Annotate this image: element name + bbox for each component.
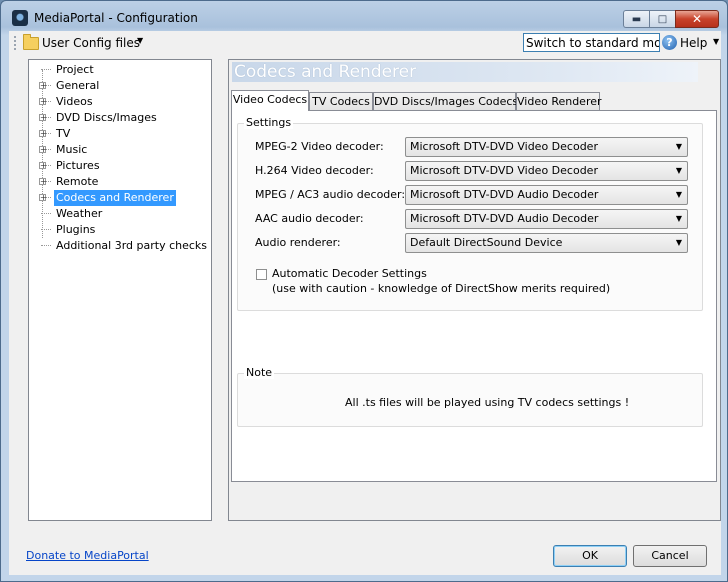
h264-decoder-value: Microsoft DTV-DVD Video Decoder bbox=[410, 164, 598, 177]
close-button[interactable]: ✕ bbox=[675, 10, 719, 28]
window-title: MediaPortal - Configuration bbox=[34, 11, 198, 25]
cancel-button[interactable]: Cancel bbox=[633, 545, 707, 567]
tab-dvd-codecs[interactable]: DVD Discs/Images Codecs bbox=[373, 92, 518, 110]
help-dropdown-icon[interactable]: ▼ bbox=[713, 37, 719, 46]
mediaportal-app-icon bbox=[12, 10, 28, 26]
toolbar: User Config files ▼ Switch to standard m… bbox=[9, 31, 721, 55]
expand-icon[interactable]: + bbox=[39, 82, 47, 90]
tree-connector bbox=[41, 229, 51, 230]
mpeg-ac3-decoder-value: Microsoft DTV-DVD Audio Decoder bbox=[410, 188, 599, 201]
user-config-files-menu[interactable]: User Config files bbox=[42, 36, 140, 50]
tree-connector bbox=[41, 213, 51, 214]
client-area: User Config files ▼ Switch to standard m… bbox=[9, 31, 721, 575]
main-window: MediaPortal - Configuration ▬ □ ✕ User C… bbox=[0, 0, 728, 582]
settings-panel: Codecs and Renderer Video Codecs TV Code… bbox=[228, 59, 721, 521]
folder-icon bbox=[23, 34, 39, 50]
tree-item-label: Remote bbox=[56, 175, 99, 188]
mpeg2-decoder-label: MPEG-2 Video decoder: bbox=[255, 140, 384, 153]
audio-renderer-select[interactable]: Default DirectSound Device ▼ bbox=[405, 233, 688, 253]
aac-decoder-value: Microsoft DTV-DVD Audio Decoder bbox=[410, 212, 599, 225]
tab-tv-codecs[interactable]: TV Codecs bbox=[309, 92, 373, 110]
chevron-down-icon: ▼ bbox=[675, 238, 682, 247]
chevron-down-icon: ▼ bbox=[675, 142, 682, 151]
mpeg2-decoder-select[interactable]: Microsoft DTV-DVD Video Decoder ▼ bbox=[405, 137, 688, 157]
h264-decoder-select[interactable]: Microsoft DTV-DVD Video Decoder ▼ bbox=[405, 161, 688, 181]
close-icon: ✕ bbox=[691, 12, 703, 26]
expand-icon[interactable]: + bbox=[39, 162, 47, 170]
maximize-icon: □ bbox=[657, 13, 668, 25]
chevron-down-icon: ▼ bbox=[675, 166, 682, 175]
note-text: All .ts files will be played using TV co… bbox=[345, 396, 630, 409]
maximize-button[interactable]: □ bbox=[649, 10, 675, 28]
chevron-down-icon: ▼ bbox=[675, 190, 682, 199]
settings-group-title: Settings bbox=[244, 116, 294, 129]
donate-link[interactable]: Donate to MediaPortal bbox=[26, 549, 149, 562]
switch-mode-button[interactable]: Switch to standard mode bbox=[523, 33, 660, 52]
help-button[interactable]: Help bbox=[680, 36, 707, 50]
expand-icon[interactable]: + bbox=[39, 178, 47, 186]
tree-item-label: Weather bbox=[56, 207, 103, 220]
window-controls: ▬ □ ✕ bbox=[623, 10, 719, 28]
minimize-button[interactable]: ▬ bbox=[623, 10, 649, 28]
tree-item-label: Pictures bbox=[56, 159, 100, 172]
expand-icon[interactable]: + bbox=[39, 194, 47, 202]
note-group: Note All .ts files will be played using … bbox=[237, 366, 703, 427]
auto-decoder-label[interactable]: Automatic Decoder Settings bbox=[272, 267, 427, 280]
chevron-down-icon[interactable]: ▼ bbox=[137, 36, 143, 45]
tree-connector bbox=[41, 69, 51, 70]
section-tree[interactable]: Project + General + Videos + DVD Discs/Images +… bbox=[28, 59, 212, 521]
note-group-title: Note bbox=[244, 366, 275, 379]
tree-item-label: Project bbox=[56, 63, 94, 76]
tree-item-label: Additional 3rd party checks bbox=[56, 239, 208, 252]
expand-icon[interactable]: + bbox=[39, 130, 47, 138]
tree-item-label: TV bbox=[56, 127, 71, 140]
tree-connector bbox=[41, 245, 51, 246]
panel-title: Codecs and Renderer bbox=[232, 62, 698, 82]
chevron-down-icon: ▼ bbox=[675, 214, 682, 223]
tree-item-label: General bbox=[56, 79, 100, 92]
auto-decoder-checkbox[interactable] bbox=[256, 269, 267, 280]
tab-video-codecs[interactable]: Video Codecs bbox=[231, 90, 309, 111]
tree-item-label: Plugins bbox=[56, 223, 96, 236]
tab-video-renderer[interactable]: Video Renderer bbox=[516, 92, 602, 110]
mpeg2-decoder-value: Microsoft DTV-DVD Video Decoder bbox=[410, 140, 598, 153]
tree-item-label: Music bbox=[56, 143, 88, 156]
expand-icon[interactable]: + bbox=[39, 146, 47, 154]
aac-decoder-select[interactable]: Microsoft DTV-DVD Audio Decoder ▼ bbox=[405, 209, 688, 229]
mpeg-ac3-decoder-select[interactable]: Microsoft DTV-DVD Audio Decoder ▼ bbox=[405, 185, 688, 205]
video-codecs-page: Settings MPEG-2 Video decoder: Microsoft… bbox=[231, 110, 717, 482]
minimize-icon: ▬ bbox=[631, 13, 642, 25]
auto-decoder-note: (use with caution - knowledge of DirectS… bbox=[272, 282, 611, 295]
expand-icon[interactable]: + bbox=[39, 98, 47, 106]
aac-decoder-label: AAC audio decoder: bbox=[255, 212, 364, 225]
ok-button[interactable]: OK bbox=[553, 545, 627, 567]
audio-renderer-label: Audio renderer: bbox=[255, 236, 341, 249]
h264-decoder-label: H.264 Video decoder: bbox=[255, 164, 374, 177]
settings-group: Settings MPEG-2 Video decoder: Microsoft… bbox=[237, 116, 703, 311]
audio-renderer-value: Default DirectSound Device bbox=[410, 236, 563, 249]
title-bar[interactable]: MediaPortal - Configuration ▬ □ ✕ bbox=[1, 1, 727, 33]
help-icon[interactable]: ? bbox=[662, 35, 677, 50]
tree-item-label: Codecs and Renderer bbox=[54, 190, 176, 206]
tree-item-label: Videos bbox=[56, 95, 93, 108]
expand-icon[interactable]: + bbox=[39, 114, 47, 122]
mpeg-ac3-decoder-label: MPEG / AC3 audio decoder: bbox=[255, 188, 406, 201]
tree-item-label: DVD Discs/Images bbox=[56, 111, 157, 124]
toolbar-grip[interactable] bbox=[14, 36, 18, 50]
